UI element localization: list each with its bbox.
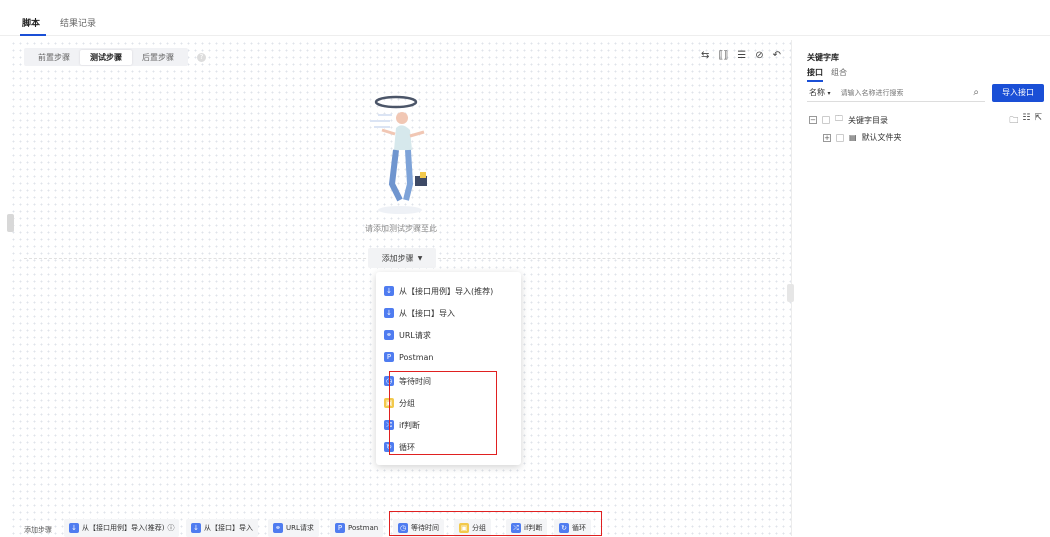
postman-icon: P	[335, 523, 345, 533]
tree-root-label: 关键字目录	[848, 115, 888, 125]
chip-import-case[interactable]: ↓ 从【接口用例】导入(推荐) ⓘ	[64, 519, 180, 537]
tab-results[interactable]: 结果记录	[60, 16, 96, 29]
folder-icon: ▤	[849, 133, 857, 142]
collapse-right-handle[interactable]	[787, 284, 794, 302]
highlight-box-bottom	[389, 511, 602, 536]
search-input[interactable]	[840, 88, 951, 97]
active-tab-underline	[20, 34, 46, 36]
tree-item-default[interactable]: + ▤ 默认文件夹	[823, 132, 902, 143]
folder-icon: 🗀	[835, 114, 843, 123]
add-step-label: 添加步骤	[381, 253, 414, 263]
chip-postman[interactable]: P Postman	[330, 519, 384, 537]
keyword-library-panel: 关键字库 接口 组合 名称 ▾ ⌕ 导入接口 − 🗀 关键字目录 🗀 ☷ ⇱ +…	[801, 40, 1050, 536]
chip-url-request[interactable]: ⚭ URL请求	[268, 519, 319, 537]
import-icon: ↓	[384, 286, 394, 296]
chip-label: Postman	[348, 524, 379, 532]
add-folder-icon[interactable]: 🗀	[1009, 113, 1018, 129]
undo-icon[interactable]: ↶	[773, 50, 781, 61]
caret-down-icon: ▾	[827, 90, 831, 97]
link-icon: ⚭	[384, 330, 394, 340]
help-icon[interactable]: ?	[197, 53, 206, 62]
search-icon[interactable]: ⌕	[973, 87, 979, 98]
search-field-select[interactable]: 名称 ▾	[809, 87, 831, 98]
menu-item-label: Postman	[399, 352, 434, 362]
library-title: 关键字库	[807, 53, 839, 62]
export-icon[interactable]: ⇱	[1034, 113, 1042, 129]
tab-api[interactable]: 接口	[807, 67, 823, 78]
collapse-icon[interactable]: −	[809, 116, 817, 124]
empty-illustration	[370, 95, 427, 214]
import-icon: ↓	[191, 523, 201, 533]
tab-test-steps[interactable]: 测试步骤	[80, 49, 132, 65]
tab-post-steps[interactable]: 后置步骤	[132, 50, 184, 65]
collapse-left-handle[interactable]	[7, 214, 14, 232]
menu-item-label: URL请求	[399, 330, 431, 340]
link-icon: ⚭	[273, 523, 283, 533]
postman-icon: P	[384, 352, 394, 362]
add-step-button[interactable]: 添加步骤 ▼	[368, 248, 436, 268]
expand-icon[interactable]: +	[823, 133, 831, 142]
caret-down-icon: ▼	[417, 254, 423, 262]
menu-item-url-request[interactable]: ⚭ URL请求	[384, 325, 431, 345]
menu-item-import-case[interactable]: ↓ 从【接口用例】导入(推荐)	[384, 281, 493, 301]
menu-item-import-api[interactable]: ↓ 从【接口】导入	[384, 303, 455, 323]
import-icon: ↓	[384, 308, 394, 318]
menu-item-label: 从【接口】导入	[399, 308, 455, 318]
tree-root[interactable]: − 🗀 关键字目录	[809, 113, 888, 127]
chip-label: 从【接口】导入	[204, 524, 253, 532]
tree-actions: 🗀 ☷ ⇱	[1009, 113, 1042, 129]
menu-item-label: 从【接口用例】导入(推荐)	[399, 286, 494, 296]
tab-script[interactable]: 脚本	[22, 16, 40, 29]
canvas-toolbar: ⇆ ⟦⟧ ☰ ⊘ ↶	[701, 50, 781, 61]
menu-item-postman[interactable]: P Postman	[384, 347, 434, 367]
sort-icon[interactable]: ☷	[1022, 113, 1030, 129]
search-field-label: 名称	[809, 88, 825, 97]
step-tabs: 前置步骤 测试步骤 后置步骤	[24, 48, 188, 66]
help-circle-icon: ⓘ	[167, 524, 175, 532]
bracket-icon[interactable]: ⟦⟧	[718, 50, 728, 61]
library-tab-underline	[807, 80, 823, 82]
checkbox[interactable]	[836, 133, 844, 142]
empty-state-text: 请添加测试步骤至此	[365, 224, 437, 233]
chip-label: URL请求	[286, 524, 314, 532]
tab-pre-steps[interactable]: 前置步骤	[28, 50, 80, 65]
swap-icon[interactable]: ⇆	[701, 50, 709, 61]
chip-label: 从【接口用例】导入(推荐)	[82, 524, 165, 532]
import-icon: ↓	[69, 523, 79, 533]
library-search: 名称 ▾ ⌕	[807, 84, 985, 102]
top-tabs: 脚本 结果记录	[0, 8, 1050, 36]
disable-icon[interactable]: ⊘	[755, 50, 763, 61]
tab-combo[interactable]: 组合	[831, 67, 847, 78]
import-api-button[interactable]: 导入接口	[992, 84, 1044, 102]
checkbox[interactable]	[822, 116, 830, 124]
list-icon[interactable]: ☰	[737, 50, 746, 61]
tree-item-label: 默认文件夹	[861, 133, 902, 142]
chip-import-api[interactable]: ↓ 从【接口】导入	[186, 519, 258, 537]
bottom-add-label: 添加步骤	[24, 526, 52, 534]
highlight-box-menu	[389, 371, 497, 455]
